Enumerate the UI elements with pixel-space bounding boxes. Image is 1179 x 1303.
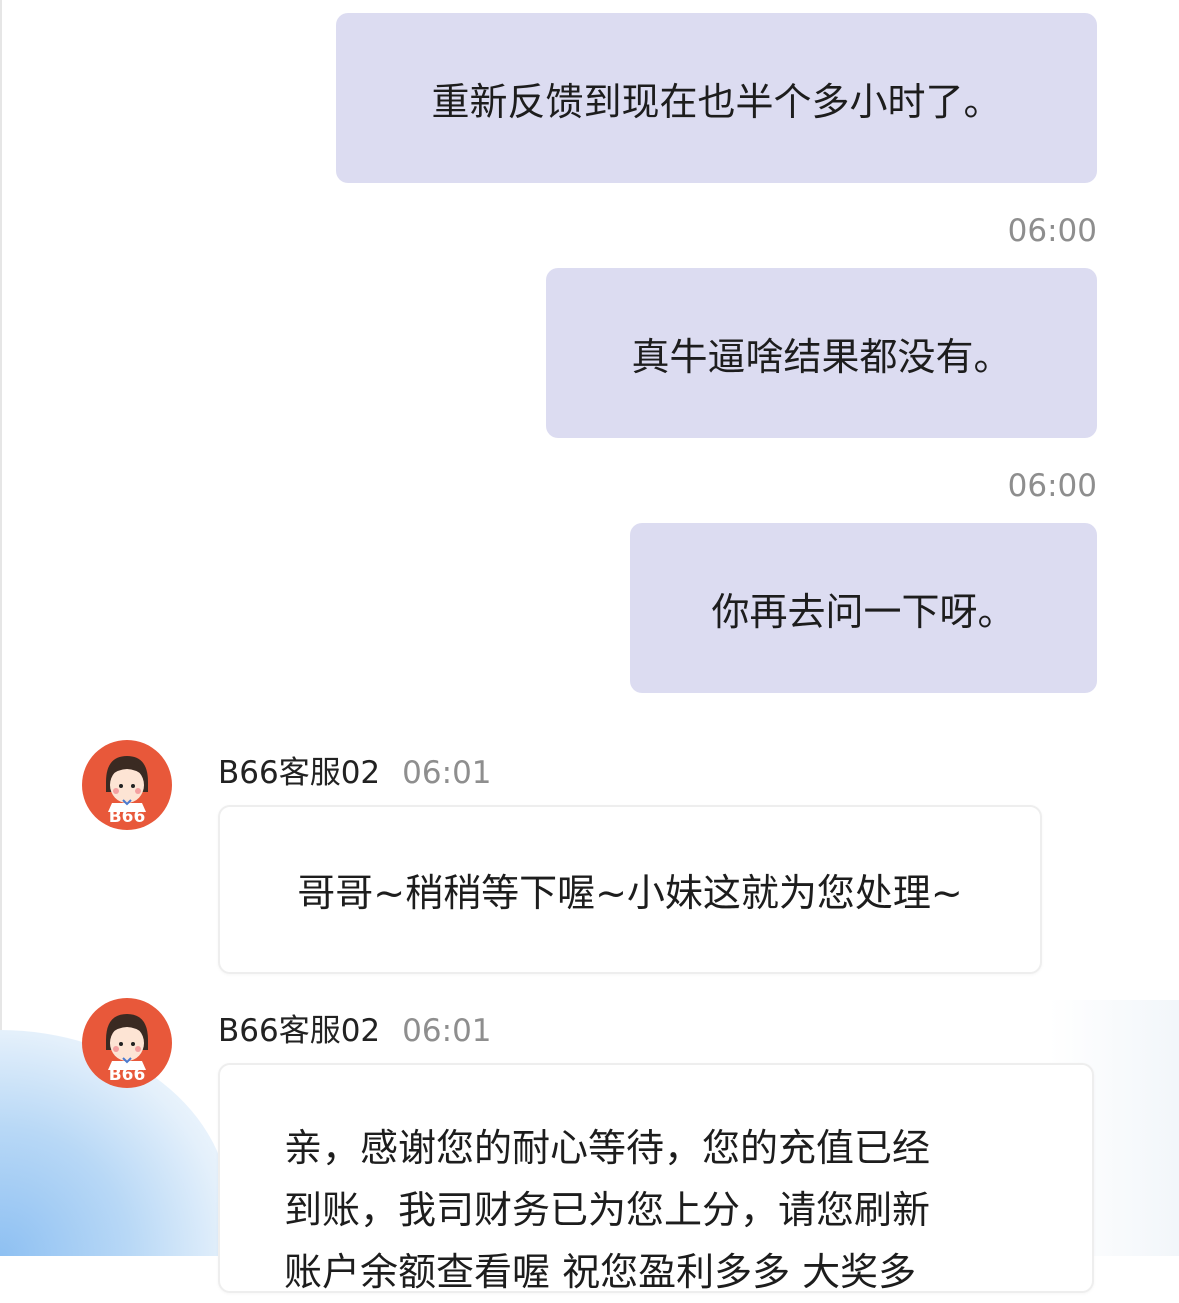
- agent-avatar[interactable]: B66: [82, 998, 172, 1088]
- message-time: 06:01: [402, 755, 492, 791]
- message-text: 哥哥~稍稍等下喔~小妹这就为您处理~: [297, 871, 963, 915]
- incoming-message-bubble[interactable]: 哥哥~稍稍等下喔~小妹这就为您处理~: [218, 805, 1042, 974]
- message-text: 真牛逼啥结果都没有。: [631, 334, 1012, 379]
- incoming-message-bubble[interactable]: 亲，感谢您的耐心等待，您的充值已经 到账，我司财务已为您上分，请您刷新 账户余额…: [218, 1063, 1094, 1294]
- outgoing-message-bubble[interactable]: 重新反馈到现在也半个多小时了。: [336, 13, 1097, 183]
- sender-line: B66客服02 06:01: [218, 747, 492, 792]
- sender-line: B66客服02 06:01: [218, 1005, 492, 1050]
- outgoing-message-bubble[interactable]: 你再去问一下呀。: [630, 523, 1097, 693]
- avatar-label: B66: [109, 807, 146, 827]
- outgoing-message-bubble[interactable]: 真牛逼啥结果都没有。: [546, 268, 1097, 438]
- agent-avatar[interactable]: B66: [82, 740, 172, 830]
- message-text: 你再去问一下呀。: [711, 589, 1016, 634]
- message-line: 账户余额查看喔 祝您盈利多多 大奖多: [284, 1250, 917, 1294]
- message-time: 06:01: [402, 1013, 492, 1049]
- message-timestamp: 06:00: [1007, 468, 1097, 504]
- sender-name: B66客服02: [218, 755, 381, 791]
- message-line: 亲，感谢您的耐心等待，您的充值已经: [284, 1126, 931, 1170]
- avatar-label: B66: [109, 1065, 146, 1085]
- message-line: 到账，我司财务已为您上分，请您刷新: [284, 1188, 931, 1232]
- sender-name: B66客服02: [218, 1013, 381, 1049]
- message-text: 重新反馈到现在也半个多小时了。: [431, 79, 1002, 124]
- message-timestamp: 06:00: [1007, 213, 1097, 249]
